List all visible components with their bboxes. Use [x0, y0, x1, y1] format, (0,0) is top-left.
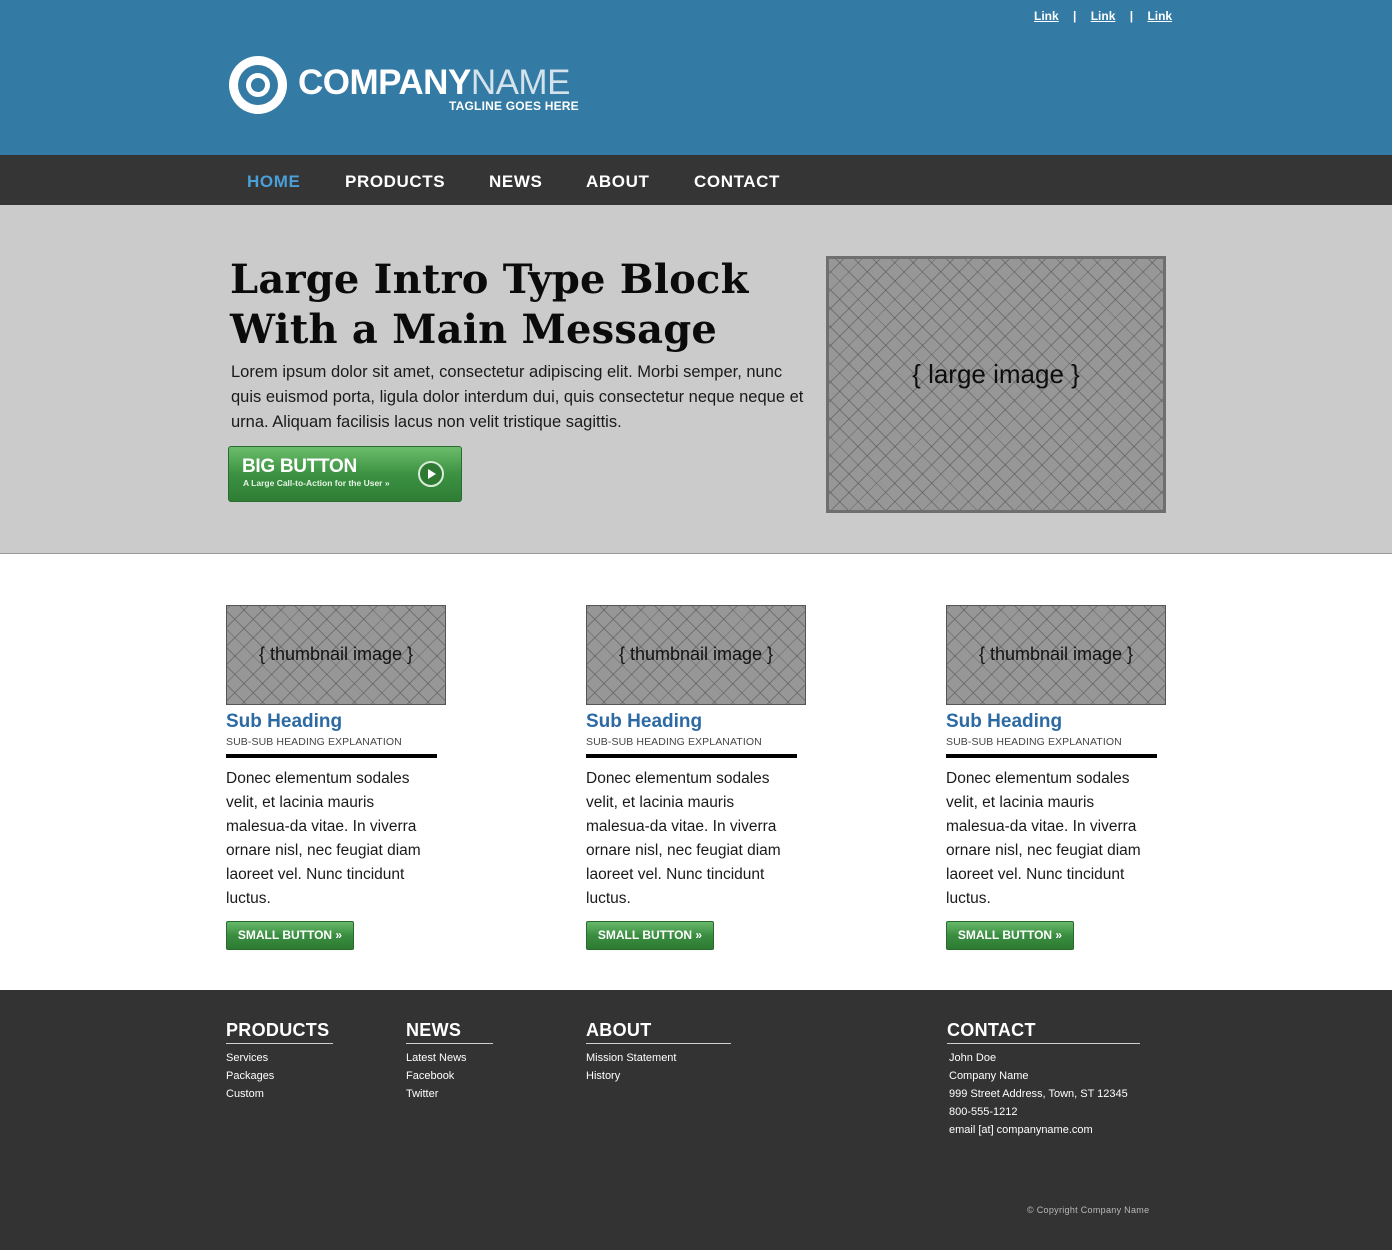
top-links: Link | Link | Link [1034, 9, 1172, 23]
footer-news-list: Latest News Facebook Twitter [406, 1049, 493, 1103]
small-button[interactable]: SMALL BUTTON » [946, 921, 1074, 950]
contact-address: 999 Street Address, Town, ST 12345 [949, 1088, 1128, 1100]
footer-heading-about: ABOUT [586, 1020, 731, 1044]
site-footer: PRODUCTS Services Packages Custom NEWS L… [0, 990, 1392, 1250]
large-image-placeholder: { large image } [826, 256, 1166, 513]
sub-heading: Sub Heading [226, 711, 343, 732]
top-link-2[interactable]: Link [1091, 9, 1116, 23]
sub-sub-heading: SUB-SUB HEADING EXPLANATION [946, 736, 1122, 748]
footer-products: PRODUCTS Services Packages Custom [226, 1020, 333, 1103]
footer-products-list: Services Packages Custom [226, 1049, 333, 1103]
heading-divider [226, 754, 437, 758]
hero-title-line-2: With a Main Message [230, 306, 718, 353]
footer-news: NEWS Latest News Facebook Twitter [406, 1020, 493, 1103]
nav-item-contact[interactable]: CONTACT [694, 172, 780, 192]
logo-name-light: NAME [470, 63, 571, 102]
contact-email: email [at] companyname.com [949, 1124, 1093, 1136]
footer-link[interactable]: Twitter [406, 1085, 493, 1103]
thumbnail-label: { thumbnail image } [618, 644, 774, 664]
top-link-separator: | [1129, 9, 1134, 23]
feature-column-2: { thumbnail image } Sub Heading SUB-SUB … [586, 605, 816, 950]
heading-divider [946, 754, 1157, 758]
company-name-logo[interactable]: COMPANYNAME [298, 64, 570, 102]
footer-about-list: Mission Statement History [586, 1049, 731, 1085]
main-nav: HOME PRODUCTS NEWS ABOUT CONTACT [0, 155, 1392, 205]
play-arrow-icon [418, 461, 444, 487]
heading-divider [586, 754, 797, 758]
top-link-separator: | [1073, 9, 1077, 23]
footer-link[interactable]: Services [226, 1049, 333, 1067]
sub-sub-heading: SUB-SUB HEADING EXPLANATION [226, 736, 402, 748]
copyright: © Copyright Company Name [1027, 1205, 1150, 1215]
footer-heading-contact: CONTACT [947, 1020, 1140, 1044]
top-link-1[interactable]: Link [1034, 9, 1059, 23]
nav-item-about[interactable]: ABOUT [586, 172, 649, 192]
footer-link[interactable]: History [586, 1067, 731, 1085]
nav-item-products[interactable]: PRODUCTS [345, 172, 445, 192]
contact-name: John Doe [949, 1052, 997, 1064]
contact-phone: 800-555-1212 [949, 1106, 1018, 1118]
nav-item-home[interactable]: HOME [247, 172, 300, 192]
footer-about: ABOUT Mission Statement History [586, 1020, 731, 1085]
footer-heading-products: PRODUCTS [226, 1020, 333, 1044]
feature-column-1: { thumbnail image } Sub Heading SUB-SUB … [226, 605, 456, 950]
footer-link[interactable]: Latest News [406, 1049, 493, 1067]
thumbnail-label: { thumbnail image } [258, 644, 414, 664]
big-button-sublabel: A Large Call-to-Action for the User » [243, 478, 390, 488]
small-button[interactable]: SMALL BUTTON » [226, 921, 354, 950]
hero-text: Lorem ipsum dolor sit amet, consectetur … [231, 363, 804, 431]
nav-item-news[interactable]: NEWS [489, 172, 542, 192]
sub-sub-heading: SUB-SUB HEADING EXPLANATION [586, 736, 762, 748]
column-text: Donec elementum sodales velit, et lacini… [946, 770, 1141, 907]
thumbnail-image: { thumbnail image } [226, 605, 446, 705]
footer-contact: CONTACT John Doe Company Name 999 Street… [947, 1020, 1140, 1139]
contact-company: Company Name [949, 1070, 1029, 1082]
hero-title-line-1: Large Intro Type Block [230, 256, 749, 303]
sub-heading: Sub Heading [946, 711, 1063, 732]
sub-heading: Sub Heading [586, 711, 703, 732]
site-header: Link | Link | Link COMPANYNAME TAGLINE G… [0, 0, 1392, 155]
big-cta-button[interactable]: BIG BUTTON A Large Call-to-Action for th… [228, 446, 462, 502]
footer-link[interactable]: Packages [226, 1067, 333, 1085]
footer-link[interactable]: Mission Statement [586, 1049, 731, 1067]
thumbnail-image: { thumbnail image } [586, 605, 806, 705]
target-logo-icon[interactable] [229, 56, 287, 114]
top-link-3[interactable]: Link [1147, 9, 1172, 23]
large-image-label: { large image } [912, 359, 1080, 389]
hero-section: Large Intro Type Block With a Main Messa… [0, 205, 1392, 554]
column-text: Donec elementum sodales velit, et lacini… [226, 770, 421, 907]
logo-tagline: TAGLINE GOES HERE [449, 99, 579, 113]
big-button-label: BIG BUTTON [242, 456, 357, 477]
footer-heading-news: NEWS [406, 1020, 493, 1044]
column-text: Donec elementum sodales velit, et lacini… [586, 770, 781, 907]
feature-column-3: { thumbnail image } Sub Heading SUB-SUB … [946, 605, 1176, 950]
thumbnail-label: { thumbnail image } [978, 644, 1134, 664]
hero-title: Large Intro Type Block With a Main Messa… [230, 255, 790, 355]
footer-link[interactable]: Custom [226, 1085, 333, 1103]
thumbnail-image: { thumbnail image } [946, 605, 1166, 705]
logo-name-bold: COMPANY [298, 63, 471, 102]
small-button[interactable]: SMALL BUTTON » [586, 921, 714, 950]
footer-contact-list: John Doe Company Name 999 Street Address… [947, 1049, 1140, 1139]
footer-link[interactable]: Facebook [406, 1067, 493, 1085]
